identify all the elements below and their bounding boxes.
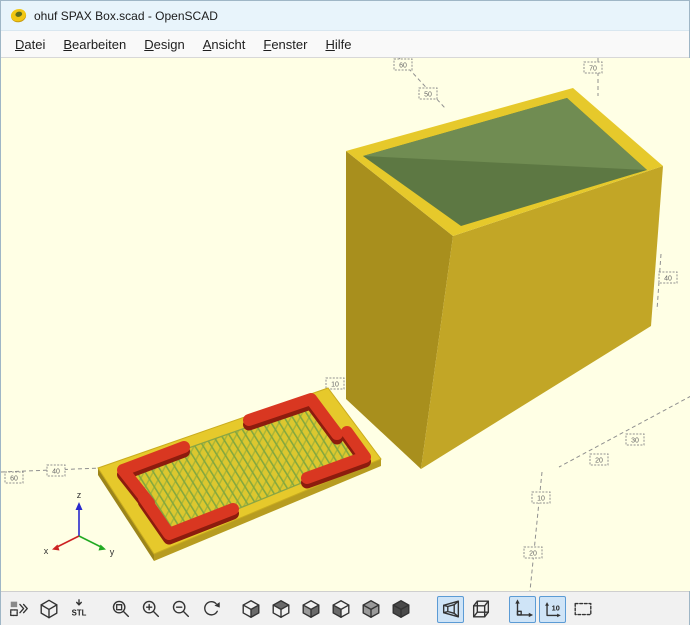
show-axes-icon xyxy=(514,599,533,618)
zoom-out-button[interactable] xyxy=(167,596,194,623)
svg-text:50: 50 xyxy=(424,92,432,99)
openscad-logo-icon xyxy=(10,8,27,23)
view-back-button[interactable] xyxy=(387,596,414,623)
openscad-window: ohuf SPAX Box.scad - OpenSCAD Datei Bear… xyxy=(0,0,690,625)
svg-text:60: 60 xyxy=(10,476,18,483)
svg-text:30: 30 xyxy=(631,438,639,445)
view-left-button[interactable] xyxy=(327,596,354,623)
view-all-button[interactable] xyxy=(569,596,596,623)
svg-text:10: 10 xyxy=(331,382,339,389)
view-right-icon xyxy=(242,600,259,618)
z-axis-label: z xyxy=(77,490,82,500)
reset-view-button[interactable] xyxy=(197,596,224,623)
menu-fenster[interactable]: Fenster xyxy=(254,33,316,56)
zoom-out-icon xyxy=(172,600,189,618)
view-front-icon xyxy=(362,600,379,618)
menu-bar: Datei Bearbeiten Design Ansicht Fenster … xyxy=(1,31,689,58)
viewport-panel: 60 40 60 50 70 40 30 20 10 20 10 z x y xyxy=(1,58,690,591)
menu-design[interactable]: Design xyxy=(135,33,193,56)
view-top-button[interactable] xyxy=(267,596,294,623)
svg-text:20: 20 xyxy=(529,551,537,558)
y-axis-label: y xyxy=(110,547,115,557)
title-bar[interactable]: ohuf SPAX Box.scad - OpenSCAD xyxy=(1,1,689,31)
scale-10-label: 10 xyxy=(551,603,559,612)
3d-viewport[interactable]: 60 40 60 50 70 40 30 20 10 20 10 z x y xyxy=(1,58,690,591)
view-right-button[interactable] xyxy=(237,596,264,623)
svg-text:60: 60 xyxy=(399,63,407,70)
menu-ansicht[interactable]: Ansicht xyxy=(194,33,255,56)
zoom-all-button[interactable] xyxy=(107,596,134,623)
view-back-icon xyxy=(392,600,409,618)
stl-label: STL xyxy=(71,608,86,617)
zoom-in-button[interactable] xyxy=(137,596,164,623)
reset-view-icon xyxy=(203,601,220,616)
svg-text:10: 10 xyxy=(537,496,545,503)
menu-hilfe[interactable]: Hilfe xyxy=(316,33,360,56)
orthogonal-view-button[interactable] xyxy=(467,596,494,623)
orthogonal-view-icon xyxy=(472,600,489,618)
view-left-icon xyxy=(332,600,349,618)
svg-text:70: 70 xyxy=(589,66,597,73)
show-edges-button[interactable] xyxy=(35,596,62,623)
menu-bearbeiten[interactable]: Bearbeiten xyxy=(54,33,135,56)
show-scale-markers-button[interactable]: 10 xyxy=(539,595,566,623)
view-top-icon xyxy=(272,600,289,618)
menu-datei[interactable]: Datei xyxy=(6,33,54,56)
export-stl-button[interactable]: STL xyxy=(65,596,92,623)
window-title: ohuf SPAX Box.scad - OpenSCAD xyxy=(34,8,218,23)
wireframe-cube-icon xyxy=(40,599,57,619)
view-front-button[interactable] xyxy=(357,596,384,623)
x-axis-label: x xyxy=(44,546,49,556)
zoom-in-icon xyxy=(142,600,159,618)
svg-text:40: 40 xyxy=(52,469,60,476)
show-scale-markers-icon: 10 xyxy=(544,602,561,618)
svg-text:40: 40 xyxy=(664,276,672,283)
show-axes-button[interactable] xyxy=(509,595,536,623)
view-all-icon xyxy=(574,602,591,616)
perspective-view-button[interactable] xyxy=(437,595,464,623)
svg-text:20: 20 xyxy=(595,458,603,465)
toolbar-overflow-icon xyxy=(9,601,28,617)
view-bottom-icon xyxy=(302,600,319,618)
toolbar-overflow-button[interactable] xyxy=(5,596,32,623)
view-toolbar: STL 10 xyxy=(1,591,689,625)
view-bottom-button[interactable] xyxy=(297,596,324,623)
perspective-view-icon xyxy=(442,600,459,618)
export-stl-icon: STL xyxy=(71,599,86,617)
zoom-all-icon xyxy=(112,600,129,618)
